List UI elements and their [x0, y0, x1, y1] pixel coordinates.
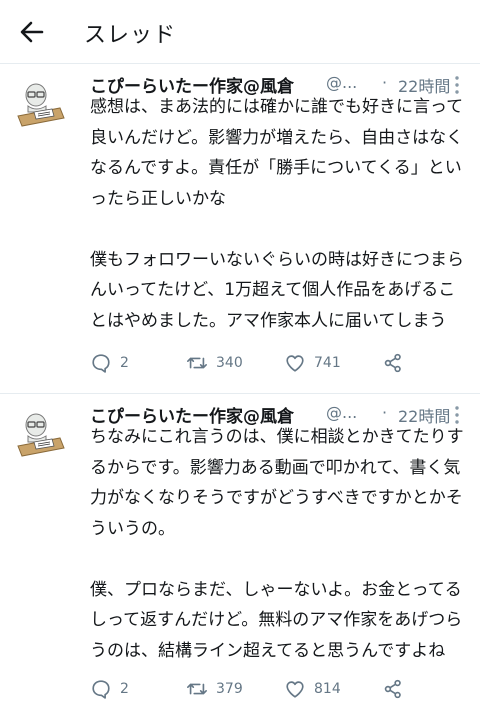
comment-icon	[92, 354, 110, 373]
tweet[interactable]: こぴーらいたー作家@風倉 @... · 22時間 ちなみにこれ言うのは、僕に相談…	[0, 394, 480, 702]
like-count: 741	[314, 355, 341, 371]
retweet-icon	[187, 683, 207, 695]
heart-icon	[286, 355, 304, 372]
tweet-text: ちなみにこれ言うのは、僕に相談とかきてたりするからです。影響力ある動画で叩かれて…	[90, 427, 464, 661]
page-title: スレッド	[84, 23, 177, 48]
share-icon	[384, 353, 401, 373]
retweet-count: 379	[216, 681, 243, 697]
author-handle[interactable]: @...	[326, 73, 357, 92]
heart-icon	[286, 681, 304, 698]
separator-dot: ·	[382, 73, 388, 92]
avatar[interactable]	[14, 408, 66, 460]
share-button[interactable]	[382, 676, 412, 702]
reply-button[interactable]: 2	[90, 676, 129, 702]
back-button[interactable]	[14, 14, 50, 50]
like-button[interactable]: 814	[284, 676, 341, 702]
avatar[interactable]	[14, 78, 66, 130]
tweet-text: 感想は、まあ法的には確かに誰でも好きに言って良いんだけど。影響力が増えたら、自由…	[90, 97, 464, 331]
avatar-writer-illustration	[14, 408, 66, 460]
retweet-button[interactable]: 379	[186, 676, 243, 702]
arrow-left-icon	[20, 21, 44, 43]
comment-icon	[92, 680, 110, 699]
separator-dot: ·	[382, 403, 388, 422]
tweet-actions: 2 340 741	[90, 350, 410, 376]
retweet-button[interactable]: 340	[186, 350, 243, 376]
retweet-icon	[187, 357, 207, 369]
like-button[interactable]: 741	[284, 350, 341, 376]
share-button[interactable]	[382, 350, 412, 376]
like-count: 814	[314, 681, 341, 697]
share-icon	[384, 679, 401, 699]
reply-count: 2	[120, 681, 129, 697]
tweet-actions: 2 379 814	[90, 676, 410, 702]
author-handle[interactable]: @...	[326, 403, 357, 422]
app-header: スレッド	[0, 0, 480, 64]
tweet[interactable]: こぴーらいたー作家@風倉 @... · 22時間 感想は、まあ法的には確かに誰で…	[0, 64, 480, 394]
reply-count: 2	[120, 355, 129, 371]
retweet-count: 340	[216, 355, 243, 371]
avatar-writer-illustration	[14, 78, 66, 130]
reply-button[interactable]: 2	[90, 350, 129, 376]
